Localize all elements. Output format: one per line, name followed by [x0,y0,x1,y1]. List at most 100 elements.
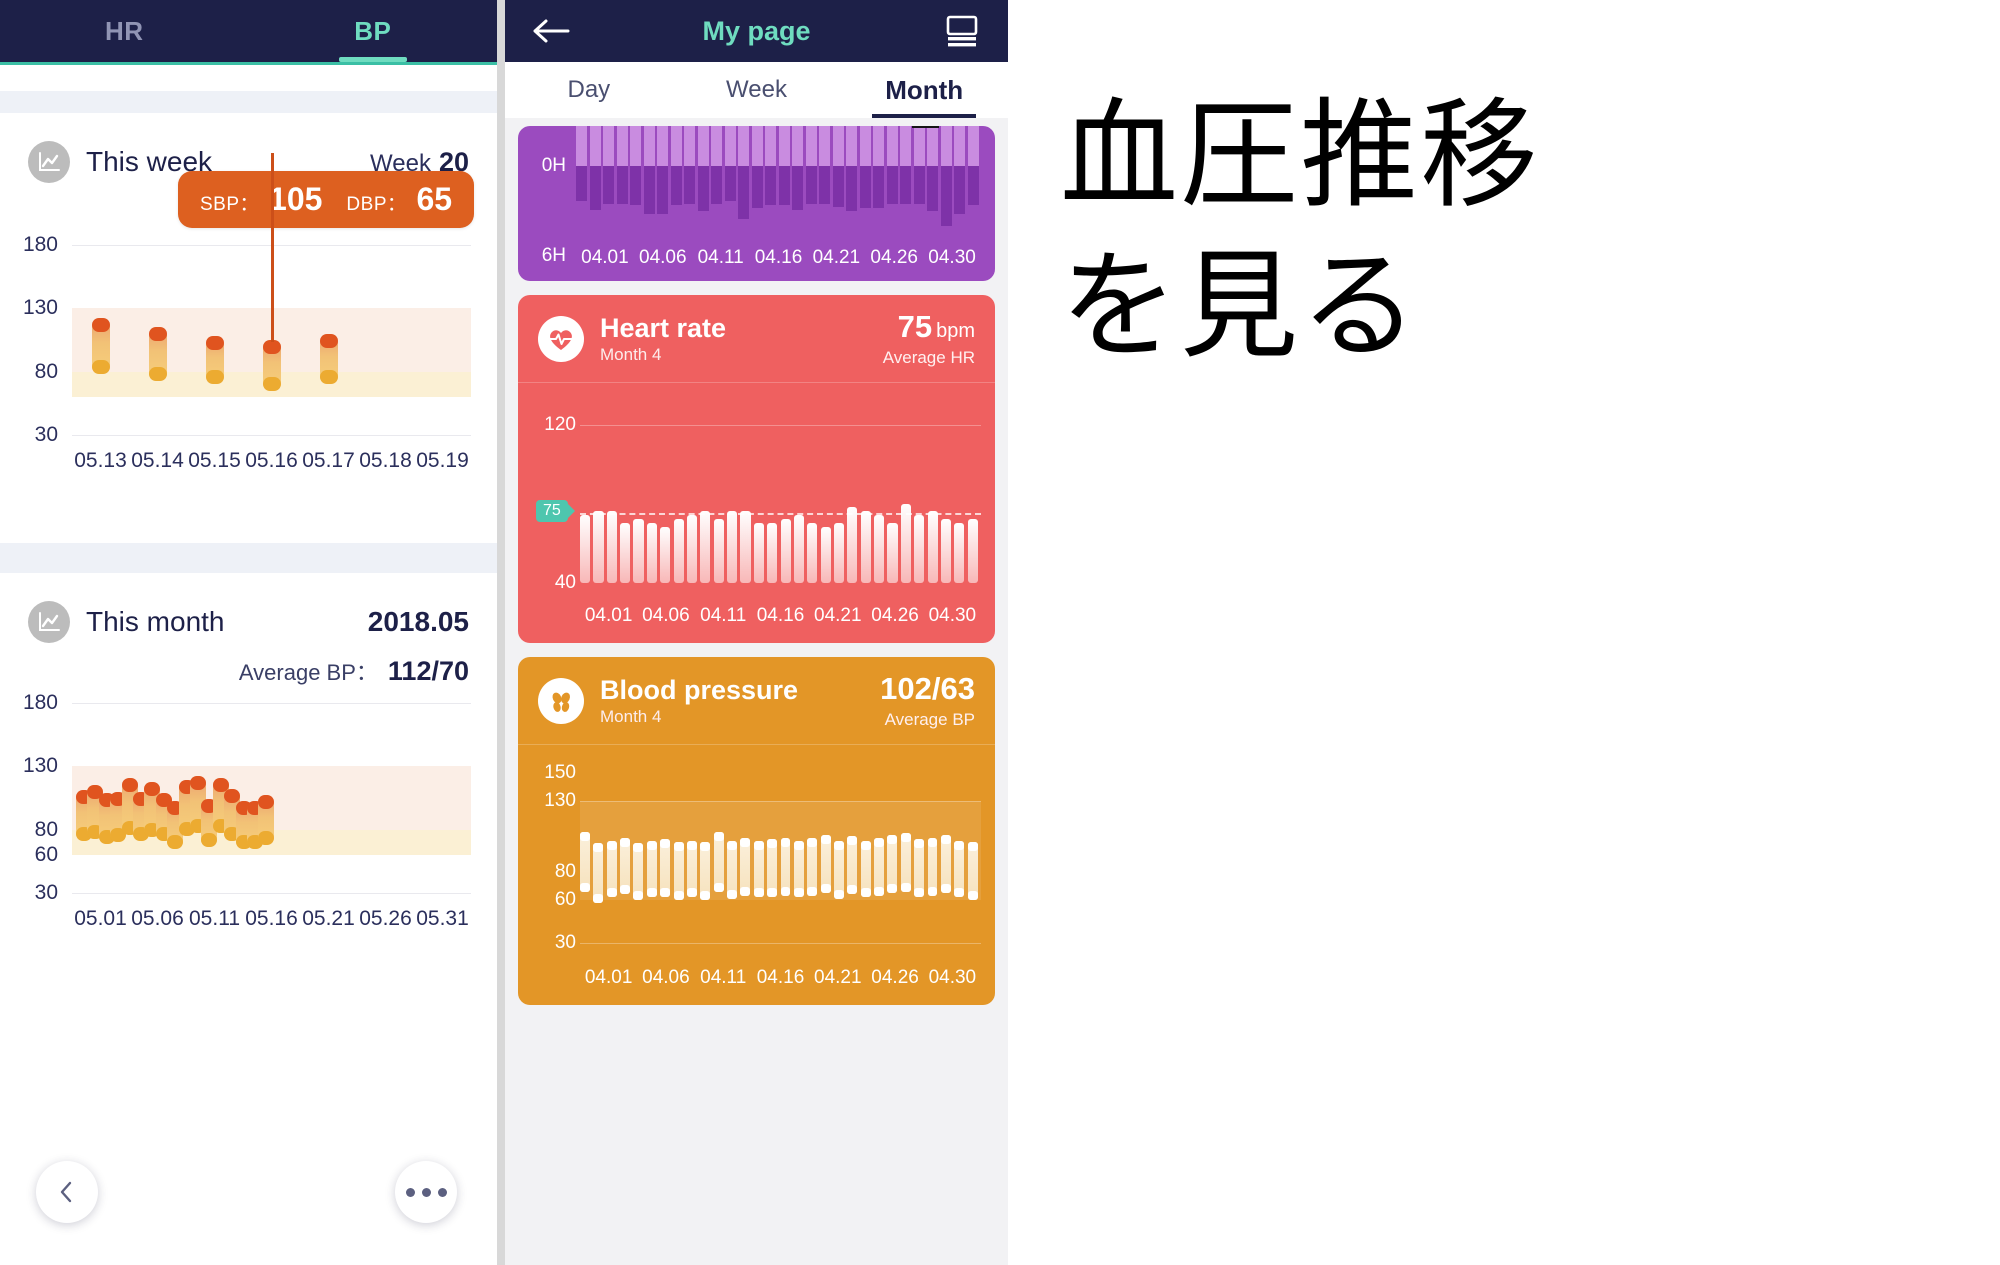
sleep-deep-bar [859,166,871,208]
blood-pressure-sub: Month 4 [600,706,662,726]
heart-rate-avg-label: Average HR [882,347,975,367]
hr-average-pill: 75 [536,500,568,523]
annotation-text: 血圧推移 を見る [1060,80,1580,382]
bp-mini-bar-systolic-cap [940,834,951,844]
hr-x-label: 04.26 [871,604,919,626]
sleep-y-0h: 0H [541,155,566,176]
x-axis-label: 05.06 [131,907,184,930]
month-year-label: 2018.05 [367,606,469,637]
bp-bar-systolic-cap [205,336,224,351]
bp-mini-bar-diastolic-cap [860,888,871,898]
bp-mini-bar-diastolic-cap [954,888,965,898]
hr-bar [686,515,698,583]
this-month-header: This month 2018.05 [0,573,497,649]
hr-y-label: 120 [544,413,576,435]
sleep-light-bar [873,126,885,166]
bp-mini-y-label: 80 [554,860,576,882]
heart-rate-chart[interactable]: 75 120 40 04.01 04.06 04.11 04.16 04.21 04.26 04.… [518,383,995,643]
bp-mini-bar-systolic-cap [874,837,885,847]
bp-mini-bar-systolic-cap [847,836,858,846]
hr-bar [606,511,617,583]
x-axis-label: 05.19 [416,449,469,472]
tab-hr[interactable]: HR [0,0,249,62]
bp-mini-bar-systolic-cap [820,834,831,844]
y-axis-label: 80 [34,817,58,841]
sleep-deep-bar [886,166,898,204]
x-axis-label: 05.18 [359,449,412,472]
sleep-light-bar [616,126,628,166]
hr-bar [887,523,898,583]
sleep-deep-bar [778,166,790,205]
hr-x-label: 04.06 [642,604,690,626]
bp-mini-y-label: 60 [554,889,576,911]
bp-app-panel: HR BP This week Week 20 SBP： 105 DBP： 65… [0,0,497,1265]
bp-mini-bar-diastolic-cap [820,883,831,893]
blood-pressure-card[interactable]: Blood pressure Month 4 102/63 Average BP… [518,657,995,1005]
bp-mini-bar-systolic-cap [927,837,938,847]
x-axis-label: 05.15 [188,449,241,472]
heart-pulse-icon [538,316,584,363]
bp-mini-bar-systolic-cap [887,834,898,844]
bp-tabbar: HR BP [0,0,497,62]
heart-rate-card[interactable]: Heart rate Month 4 75 bpm Average HR 75 12… [518,295,995,643]
annotation-line-1: 血圧推移 [1060,86,1541,224]
sleep-deep-bar [954,166,966,214]
sleep-light-bar [643,126,655,166]
tab-month[interactable]: Month [840,62,1008,118]
bp-mini-bar-systolic-cap [593,843,604,853]
bp-mini-bar-systolic-cap [713,832,724,842]
bp-mini-bar-systolic-cap [767,839,778,849]
bp-mini-bar-systolic-cap [967,841,978,851]
bp-mini-bar-systolic-cap [807,837,818,847]
blood-pressure-chart[interactable]: 150 130 80 60 30 04.01 04.06 04.11 04.16 04.21 04.… [518,745,995,1005]
bp-mini-bar-diastolic-cap [833,889,844,899]
sleep-deep-bar [724,166,736,201]
hr-bar [713,519,724,583]
bp-mini-bar-diastolic-cap [606,888,617,898]
back-arrow-icon[interactable] [527,7,575,55]
hr-bar [767,523,778,583]
bp-monitor-icon [538,678,584,725]
blood-pressure-value: 102/63 [880,671,975,706]
bp-mini-bar-diastolic-cap [887,883,898,893]
y-axis-label: 60 [34,843,58,866]
my-page-header: My page [505,0,1008,62]
bp-mini-bar-systolic-cap [860,840,871,850]
bp-mini-bar-systolic-cap [900,833,911,843]
sleep-deep-bar [940,166,952,226]
bp-mini-x-label: 04.16 [756,966,805,988]
tab-bp[interactable]: BP [249,0,498,62]
more-button-fab[interactable] [395,1161,457,1223]
bp-gridline-130 [580,800,981,802]
hr-x-label: 04.30 [928,604,977,626]
sleep-light-bar [859,126,871,166]
bp-mini-bar-diastolic-cap [686,888,697,898]
bp-mini-bar-systolic-cap [633,843,644,853]
x-axis-label: 05.14 [131,449,184,472]
this-month-chart[interactable]: 180 130 80 60 30 05.01 05.06 05.11 05.16 05.21 05.… [0,681,497,1001]
bp-mini-bar-diastolic-cap [593,893,604,903]
bp-mini-bar-diastolic-cap [847,885,858,895]
back-button-fab[interactable] [36,1161,98,1223]
bp-mini-bar-systolic-cap [673,841,684,851]
sleep-card[interactable]: 0H 6H 04.01 04.06 04.11 04.16 04.21 04.26 04.30 [518,126,995,281]
sleep-deep-bar [927,166,939,211]
hr-bar [593,511,604,583]
tab-day[interactable]: Day [505,62,673,118]
sleep-light-bar [630,126,642,166]
sleep-deep-bar [657,166,669,214]
screen-list-icon[interactable] [938,7,986,55]
this-week-chart[interactable]: 180 130 80 30 05.13 05.14 05.15 05.16 05.17 05.18… [0,153,497,543]
blood-pressure-avg-label: Average BP [884,709,975,729]
bp-mini-y-label: 150 [544,761,576,783]
hr-bar [740,511,751,583]
sleep-deep-bar [697,166,709,211]
sleep-light-bar [967,126,979,166]
tooltip-stem [270,153,274,342]
bp-bar-diastolic-cap [167,834,184,849]
tooltip-sbp-value: 105 [269,181,323,217]
bp-bar-diastolic-cap [258,830,275,845]
y-axis-label: 180 [22,233,58,256]
tab-week[interactable]: Week [673,62,841,118]
sleep-light-bar [846,126,858,166]
